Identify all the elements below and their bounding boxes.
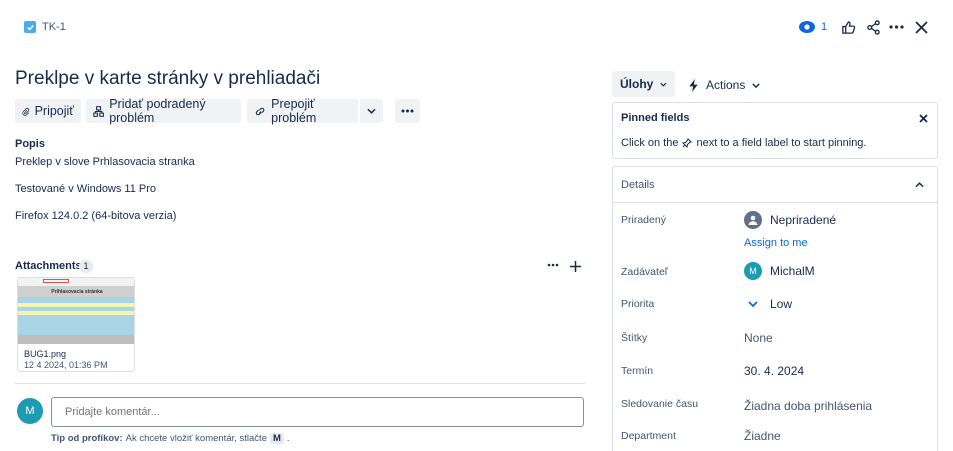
tip-key: M [269, 433, 284, 444]
description-line: Testované v Windows 11 Pro [15, 183, 157, 195]
actions-label: Actions [706, 78, 746, 92]
close-pinned-icon[interactable] [917, 112, 929, 124]
field-label-priority: Priorita [621, 298, 655, 310]
tip-bold: Tip od profíkov: [51, 433, 123, 444]
pinned-fields-title: Pinned fields [621, 112, 690, 124]
actions-dropdown[interactable]: Actions [688, 76, 761, 94]
field-value-time-tracking[interactable]: Žiadna doba prihlásenia [744, 399, 872, 413]
field-label-department: Department [621, 430, 676, 442]
details-title: Details [621, 179, 655, 191]
unassigned-avatar-icon [744, 211, 762, 229]
chevron-down-icon [752, 82, 761, 88]
attachments-count-badge: 1 [79, 260, 93, 273]
watch-count: 1 [821, 21, 828, 33]
issue-title[interactable]: Preklpe v karte stránky v prehliadači [15, 68, 320, 90]
comment-avatar: M [17, 398, 43, 424]
attachment-file-date: 12 4 2024, 01:36 PM [24, 360, 108, 370]
close-icon[interactable] [912, 17, 930, 37]
description-body[interactable]: Preklep v slove Prhlasovacia stranka Tes… [15, 156, 575, 231]
watch-button[interactable]: 1 [798, 17, 827, 37]
pin-icon [682, 138, 693, 148]
issue-type-icon [24, 21, 36, 33]
add-attachment-icon[interactable] [567, 258, 583, 274]
field-value-reporter[interactable]: M MichalM [744, 262, 815, 280]
attachment-file-name: BUG1.png [24, 349, 67, 359]
link-issue-button[interactable]: Prepojiť problém [247, 97, 358, 125]
link-issue-dropdown[interactable] [360, 99, 383, 123]
paperclip-icon [22, 107, 30, 116]
field-label-due-date: Termín [621, 365, 654, 377]
attachments-count: 1 [83, 261, 89, 272]
attachment-card[interactable]: Prihlasovacia stránka BUG1.png 12 4 2024… [17, 277, 135, 372]
reporter-avatar: M [744, 262, 762, 280]
pinned-fields-panel: Pinned fields Click on the next to a fie… [612, 102, 938, 159]
chevron-down-icon [660, 82, 667, 87]
eye-icon [799, 21, 815, 33]
assign-to-me-link[interactable]: Assign to me [744, 237, 808, 249]
status-dropdown[interactable]: Úlohy [612, 71, 675, 97]
issue-key-link[interactable]: TK-1 [42, 21, 66, 33]
like-icon[interactable] [839, 17, 857, 37]
field-label-assignee: Priradený [621, 214, 666, 226]
more-icon [401, 109, 414, 113]
attach-label: Pripojiť [34, 104, 74, 118]
link-issue-label: Prepojiť problém [271, 97, 317, 125]
description-line: Firefox 124.0.2 (64-bitova verzia) [15, 210, 177, 222]
attach-button[interactable]: Pripojiť [15, 99, 81, 123]
chevron-down-icon [367, 108, 376, 114]
field-label-labels: Štítky [621, 332, 648, 344]
chevron-up-icon [915, 182, 924, 188]
comment-tip: Tip od profíkov: Ak chcete vložiť koment… [51, 433, 290, 444]
more-actions-icon[interactable] [887, 17, 905, 37]
description-line: Preklep v slove Prhlasovacia stranka [15, 156, 195, 168]
more-toolbar-button[interactable] [395, 99, 420, 123]
tip-text: Ak chcete vložiť komentár, stlačte [125, 433, 267, 444]
add-child-label: Pridať podradený problém [109, 97, 206, 125]
comment-input[interactable] [51, 397, 584, 427]
lightning-icon [689, 78, 698, 92]
description-heading: Popis [15, 138, 45, 150]
field-value-priority[interactable]: Low [744, 297, 792, 311]
attachments-heading: Attachments [15, 260, 82, 272]
field-value-labels[interactable]: None [744, 331, 773, 345]
field-value-due-date[interactable]: 30. 4. 2024 [744, 364, 804, 378]
thumbnail-title: Prihlasovacia stránka [51, 288, 103, 295]
field-label-reporter: Zadávateľ [621, 266, 668, 278]
priority-low-icon [748, 301, 758, 308]
field-value-department[interactable]: Žiadne [744, 429, 781, 443]
field-value-assignee[interactable]: Nepriradené [744, 211, 836, 229]
divider [15, 383, 585, 384]
tip-end: . [286, 433, 290, 444]
share-icon[interactable] [864, 17, 882, 37]
hierarchy-icon [93, 105, 104, 117]
attachments-more-icon[interactable] [545, 258, 561, 272]
status-label: Úlohy [620, 77, 654, 91]
field-label-time-tracking: Sledovanie času [621, 398, 699, 410]
link-icon [255, 107, 265, 115]
attachment-thumbnail: Prihlasovacia stránka [18, 278, 134, 344]
add-child-issue-button[interactable]: Pridať podradený problém [86, 97, 241, 125]
pinned-fields-hint: Click on the next to a field label to st… [621, 137, 867, 149]
details-header[interactable]: Details [613, 167, 937, 203]
